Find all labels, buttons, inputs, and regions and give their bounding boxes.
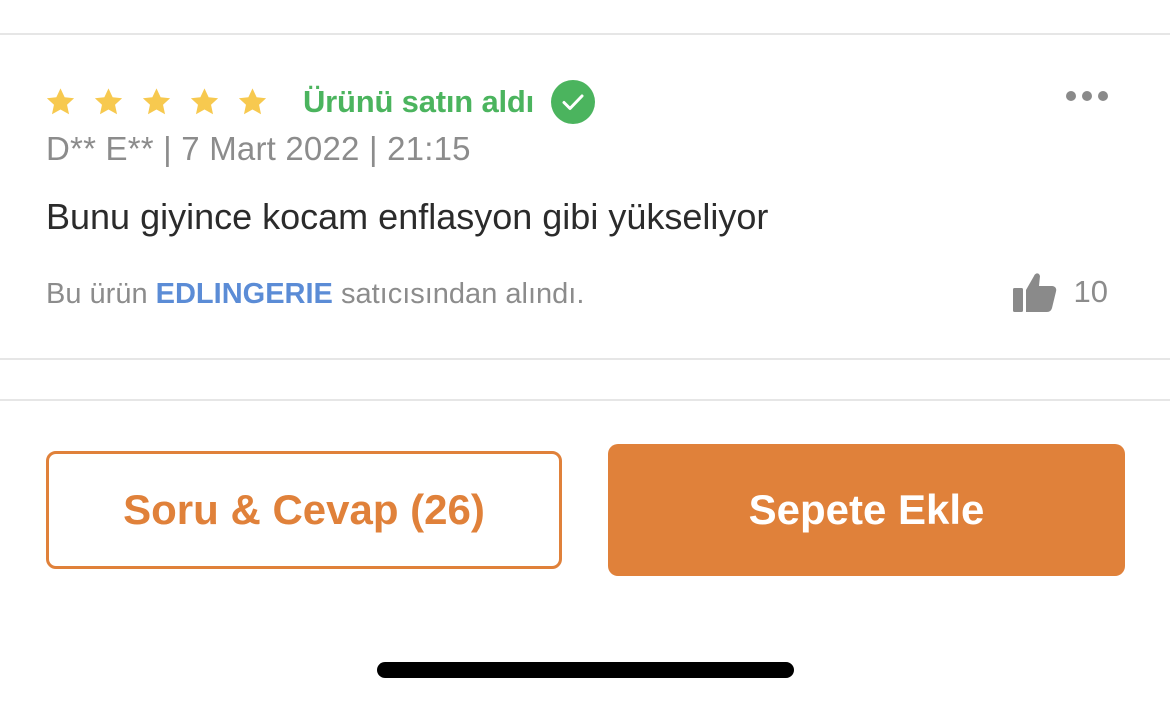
star-icon <box>188 86 221 118</box>
add-to-cart-label: Sepete Ekle <box>748 486 985 533</box>
star-icon <box>140 86 173 118</box>
like-button[interactable]: 10 <box>1012 270 1108 314</box>
review-text: Bunu giyince kocam enflasyon gibi yüksel… <box>46 196 769 237</box>
seller-prefix: Bu ürün <box>46 278 156 310</box>
more-dots-icon[interactable] <box>1066 91 1108 101</box>
seller-suffix: satıcısından alındı. <box>332 278 585 310</box>
verified-purchase-label: Ürünü satın aldı <box>303 84 535 119</box>
thumbs-up-icon <box>1012 273 1056 312</box>
like-count: 10 <box>1073 274 1108 309</box>
add-to-cart-button[interactable]: Sepete Ekle <box>608 444 1125 576</box>
star-icon <box>92 86 125 118</box>
seller-info: Bu ürün EDLINGERIE satıcısından alındı. <box>46 278 584 311</box>
qa-button-label: Soru & Cevap (26) <box>123 486 485 533</box>
review-card: Ürünü satın aldı D** E** | 7 Mart 2022 |… <box>0 36 1170 358</box>
star-rating <box>44 86 269 118</box>
check-circle-icon <box>551 80 596 124</box>
review-meta: D** E** | 7 Mart 2022 | 21:15 <box>46 130 471 167</box>
star-icon <box>236 86 269 118</box>
action-bar-divider <box>0 399 1170 401</box>
star-icon <box>44 86 77 118</box>
home-indicator[interactable] <box>377 662 794 678</box>
rating-row: Ürünü satın aldı <box>44 80 596 124</box>
qa-button[interactable]: Soru & Cevap (26) <box>46 451 562 569</box>
review-screen: Ürünü satın aldı D** E** | 7 Mart 2022 |… <box>0 0 1170 702</box>
top-divider <box>0 33 1170 35</box>
seller-link[interactable]: EDLINGERIE <box>156 278 333 310</box>
review-bottom-divider <box>0 358 1170 360</box>
verified-purchase: Ürünü satın aldı <box>303 79 596 125</box>
